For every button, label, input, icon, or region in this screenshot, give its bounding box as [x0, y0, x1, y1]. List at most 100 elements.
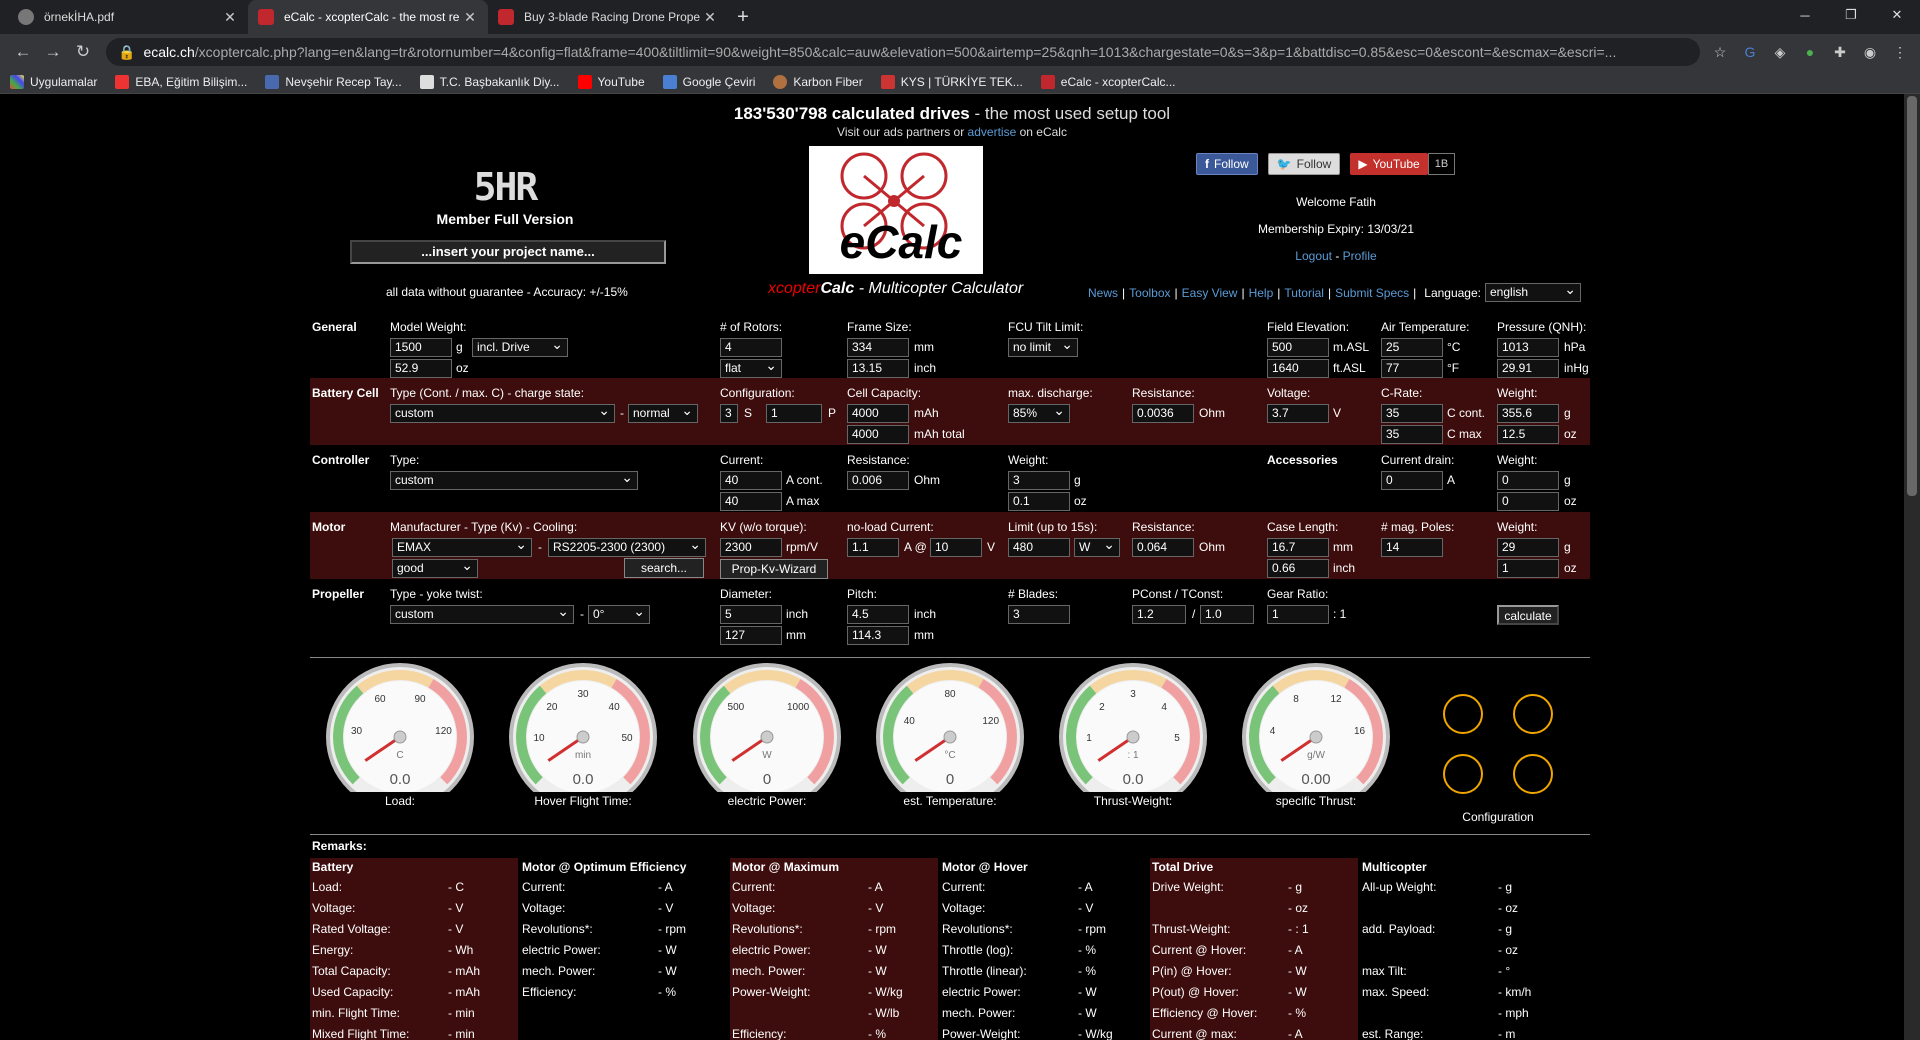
close-icon[interactable]: ✕ — [222, 9, 238, 26]
current-drain-input[interactable]: 0 — [1381, 471, 1443, 490]
controller-weight-oz-input[interactable]: 0.1 — [1008, 492, 1070, 511]
nav-toolbox[interactable]: Toolbox — [1129, 286, 1170, 300]
mag-poles-input[interactable]: 14 — [1381, 538, 1443, 557]
tab-propeller[interactable]: Buy 3-blade Racing Drone Prope ✕ — [488, 0, 728, 34]
model-weight-oz-input[interactable]: 52.9 — [390, 359, 452, 378]
calculate-button[interactable]: calculate — [1497, 605, 1559, 625]
logout-link[interactable]: Logout — [1295, 249, 1332, 263]
bookmark-eba[interactable]: EBA, Eğitim Bilişim... — [115, 74, 247, 89]
nav-tutorial[interactable]: Tutorial — [1284, 286, 1324, 300]
gear-ratio-input[interactable]: 1 — [1267, 605, 1329, 624]
restore-icon[interactable]: ❐ — [1828, 0, 1874, 30]
pitch-inch-input[interactable]: 4.5 — [847, 605, 909, 624]
blades-input[interactable]: 3 — [1008, 605, 1070, 624]
case-length-mm-input[interactable]: 16.7 — [1267, 538, 1329, 557]
air-temp-c-input[interactable]: 25 — [1381, 338, 1443, 357]
cell-voltage-input[interactable]: 3.7 — [1267, 404, 1329, 423]
bookmark-star-icon[interactable]: ☆ — [1708, 40, 1732, 64]
minimize-icon[interactable]: ─ — [1782, 0, 1828, 30]
bookmark-ecalc[interactable]: eCalc - xcopterCalc... — [1040, 74, 1175, 89]
battery-resistance-input[interactable]: 0.0036 — [1132, 404, 1194, 423]
close-window-icon[interactable]: ✕ — [1874, 0, 1920, 30]
c-max-input[interactable]: 35 — [1381, 425, 1443, 444]
c-cont-input[interactable]: 35 — [1381, 404, 1443, 423]
bookmark-translate[interactable]: Google Çeviri — [662, 74, 755, 89]
max-discharge-select[interactable]: 85% — [1008, 402, 1070, 423]
elevation-m-input[interactable]: 500 — [1267, 338, 1329, 357]
prop-kv-wizard-button[interactable]: Prop-Kv-Wizard — [720, 559, 828, 579]
rotors-input[interactable]: 4 — [720, 338, 782, 357]
new-tab-button[interactable]: + — [728, 0, 758, 34]
scrollbar-thumb[interactable] — [1907, 96, 1917, 496]
bookmark-nevsehir[interactable]: Nevşehir Recep Tay... — [265, 74, 402, 89]
pressure-inhg-input[interactable]: 29.91 — [1497, 359, 1559, 378]
kv-input[interactable]: 2300 — [720, 538, 782, 557]
battery-type-select[interactable]: custom — [390, 402, 615, 423]
cell-weight-g-input[interactable]: 355.6 — [1497, 404, 1559, 423]
extensions-puzzle-icon[interactable]: ✚ — [1828, 40, 1852, 64]
cells-parallel-input[interactable]: 1 — [766, 404, 822, 423]
forward-icon[interactable]: → — [38, 42, 68, 62]
power-limit-unit-select[interactable]: W — [1074, 536, 1120, 557]
youtube-button[interactable]: ▶ YouTube — [1350, 153, 1428, 175]
charge-state-select[interactable]: normal — [628, 402, 698, 423]
diameter-inch-input[interactable]: 5 — [720, 605, 782, 624]
tab-ecalc[interactable]: eCalc - xcopterCalc - the most re ✕ — [248, 0, 488, 34]
case-length-inch-input[interactable]: 0.66 — [1267, 559, 1329, 578]
frame-inch-input[interactable]: 13.15 — [847, 359, 909, 378]
current-cont-input[interactable]: 40 — [720, 471, 782, 490]
motor-manufacturer-select[interactable]: EMAX — [392, 536, 532, 557]
close-icon[interactable]: ✕ — [462, 9, 478, 26]
advertise-link[interactable]: advertise — [968, 125, 1017, 139]
pconst-input[interactable]: 1.2 — [1132, 605, 1186, 624]
profile-avatar-icon[interactable]: ◉ — [1858, 40, 1882, 64]
capacity-input[interactable]: 4000 — [847, 404, 909, 423]
accessories-weight-oz-input[interactable]: 0 — [1497, 492, 1559, 511]
translate-icon[interactable]: G — [1738, 40, 1762, 64]
reload-icon[interactable]: ↻ — [68, 42, 98, 62]
close-icon[interactable]: ✕ — [702, 9, 718, 26]
pitch-mm-input[interactable]: 114.3 — [847, 626, 909, 645]
capacity-total-input[interactable]: 4000 — [847, 425, 909, 444]
motor-weight-g-input[interactable]: 29 — [1497, 538, 1559, 557]
language-select[interactable]: english — [1485, 281, 1581, 302]
nav-help[interactable]: Help — [1249, 286, 1274, 300]
air-temp-f-input[interactable]: 77 — [1381, 359, 1443, 378]
nav-submit-specs[interactable]: Submit Specs — [1335, 286, 1409, 300]
tab-pdf[interactable]: örnekİHA.pdf ✕ — [8, 0, 248, 34]
current-max-input[interactable]: 40 — [720, 492, 782, 511]
bookmark-kys[interactable]: KYS | TÜRKİYE TEK... — [880, 74, 1023, 89]
controller-type-select[interactable]: custom — [390, 469, 638, 490]
back-icon[interactable]: ← — [8, 42, 38, 62]
cells-series-input[interactable]: 3 — [720, 404, 738, 423]
project-name-input[interactable]: ...insert your project name... — [350, 240, 666, 264]
tilt-limit-select[interactable]: no limit — [1008, 336, 1078, 357]
motor-search-button[interactable]: search... — [624, 558, 704, 578]
tconst-input[interactable]: 1.0 — [1200, 605, 1254, 624]
yoke-twist-select[interactable]: 0° — [588, 603, 650, 624]
no-load-current-input[interactable]: 1.1 — [847, 538, 899, 557]
no-load-voltage-input[interactable]: 10 — [930, 538, 982, 557]
profile-link[interactable]: Profile — [1343, 249, 1377, 263]
nav-news[interactable]: News — [1088, 286, 1118, 300]
extension-icon[interactable]: ● — [1798, 40, 1822, 64]
config-select[interactable]: flat — [720, 357, 782, 378]
elevation-ft-input[interactable]: 1640 — [1267, 359, 1329, 378]
bookmark-diyanet[interactable]: T.C. Başbakanlık Diy... — [419, 74, 560, 89]
motor-resistance-input[interactable]: 0.064 — [1132, 538, 1194, 557]
power-limit-input[interactable]: 480 — [1008, 538, 1070, 557]
menu-icon[interactable]: ⋮ — [1888, 40, 1912, 64]
model-weight-g-input[interactable]: 1500 — [390, 338, 452, 357]
weight-mode-select[interactable]: incl. Drive — [472, 336, 568, 357]
motor-type-select[interactable]: RS2205-2300 (2300) — [548, 536, 706, 557]
controller-resistance-input[interactable]: 0.006 — [847, 471, 909, 490]
motor-cooling-select[interactable]: good — [392, 557, 478, 578]
motor-weight-oz-input[interactable]: 1 — [1497, 559, 1559, 578]
cell-weight-oz-input[interactable]: 12.5 — [1497, 425, 1559, 444]
controller-weight-g-input[interactable]: 3 — [1008, 471, 1070, 490]
frame-mm-input[interactable]: 334 — [847, 338, 909, 357]
nav-easy-view[interactable]: Easy View — [1182, 286, 1238, 300]
bookmark-karbon[interactable]: Karbon Fiber — [773, 74, 863, 89]
facebook-follow-button[interactable]: f Follow — [1196, 153, 1258, 175]
extension-icon[interactable]: ◈ — [1768, 40, 1792, 64]
